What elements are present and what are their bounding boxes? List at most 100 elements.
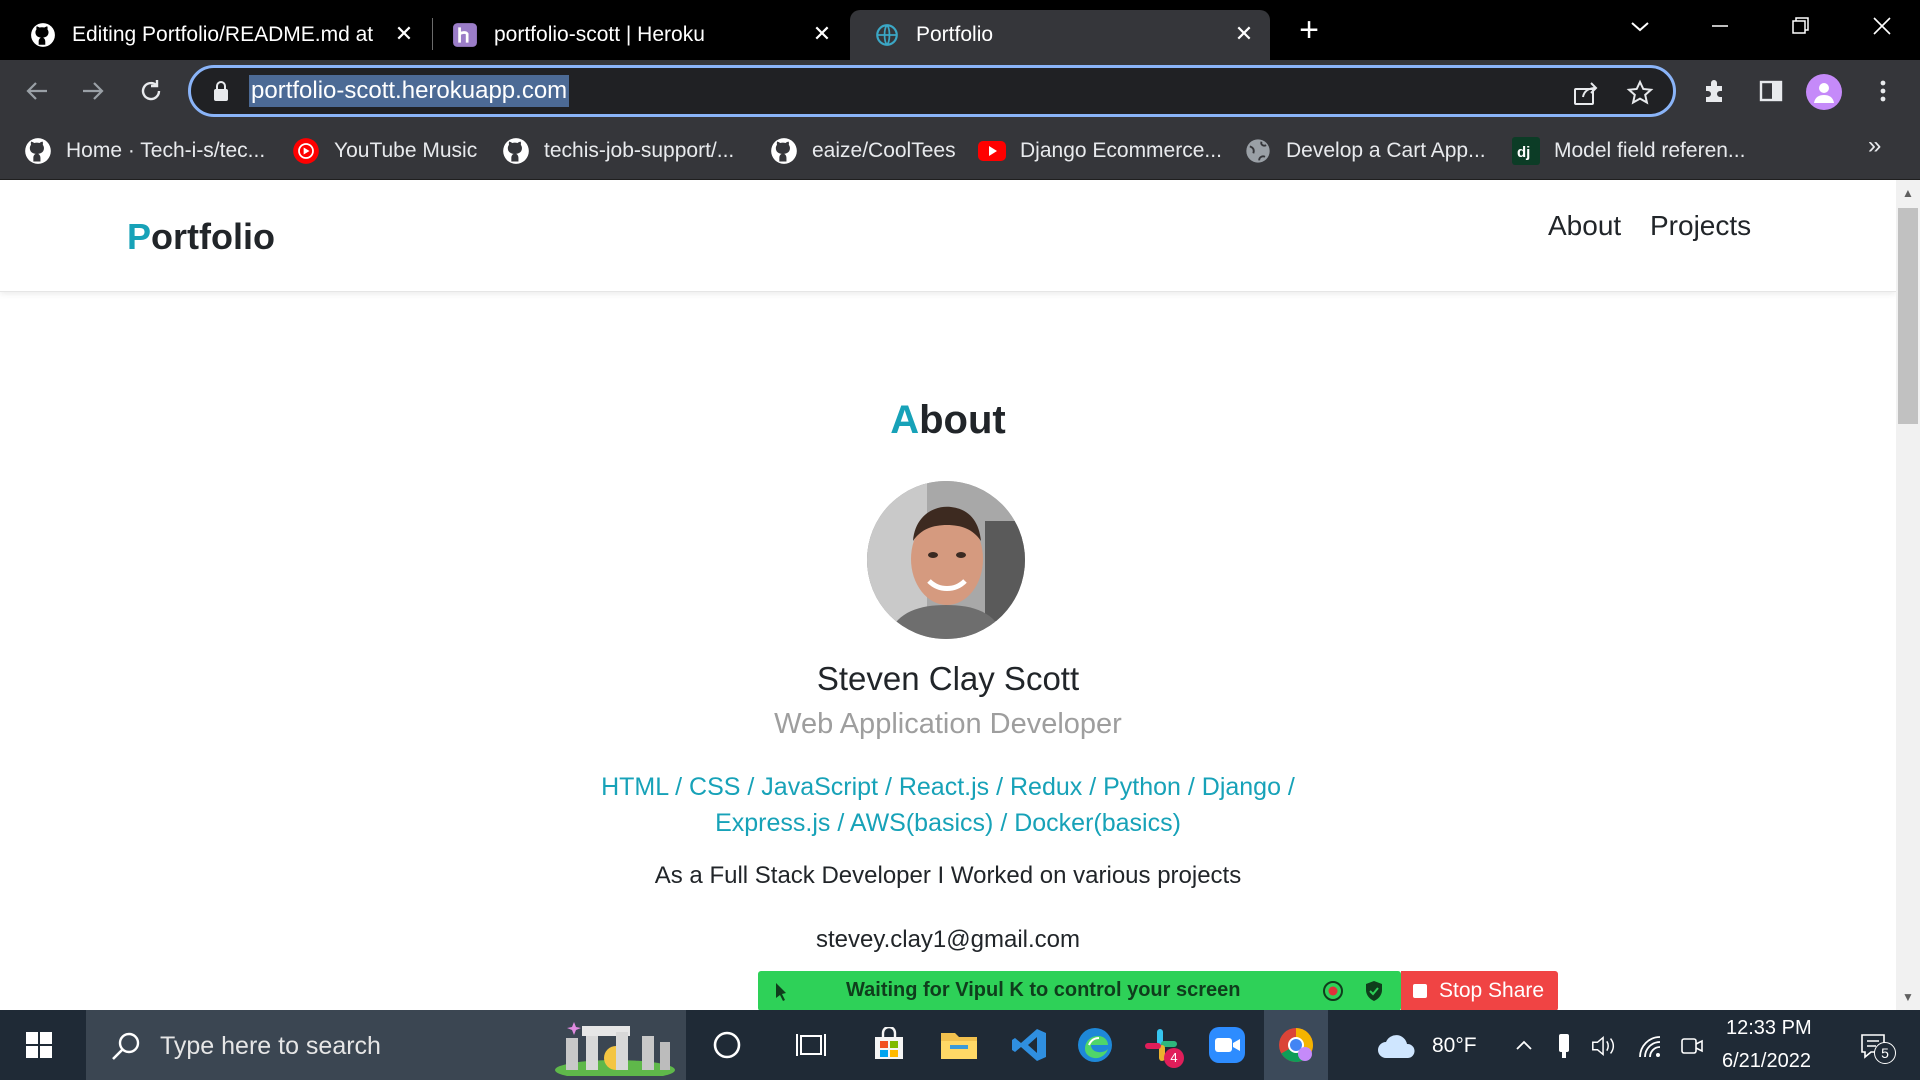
tab-title: Editing Portfolio/README.md at [72, 23, 374, 46]
minimize-button[interactable] [1700, 6, 1740, 46]
tab-title: portfolio-scott | Heroku [494, 23, 705, 46]
chevron-up-icon[interactable] [1510, 1032, 1538, 1060]
forward-button[interactable] [74, 72, 112, 110]
close-window-button[interactable] [1862, 6, 1902, 46]
meet-now-icon[interactable] [1678, 1032, 1706, 1060]
bookmark-item[interactable]: Home · Tech-i-s/tec... [24, 134, 265, 168]
tab-title: Portfolio [916, 23, 994, 46]
close-icon[interactable]: ✕ [1232, 22, 1256, 46]
bookmark-label: Home · Tech-i-s/tec... [66, 139, 266, 162]
bookmark-item[interactable]: techis-job-support/... [502, 134, 734, 168]
nav-link-projects[interactable]: Projects [1650, 210, 1751, 242]
heroku-icon [453, 23, 477, 47]
weather-temperature[interactable]: 80°F [1432, 1034, 1477, 1058]
clock-date[interactable]: 6/21/2022 [1722, 1050, 1811, 1073]
about-initial: A [890, 398, 920, 442]
tab-github-readme[interactable]: Editing Portfolio/README.md at ✕ [30, 10, 430, 60]
new-tab-button[interactable]: + [1294, 12, 1324, 48]
scrollbar-thumb[interactable] [1898, 208, 1918, 424]
globe-icon [876, 24, 898, 46]
stop-share-button[interactable]: Stop Share [1401, 971, 1558, 1011]
tab-heroku[interactable]: portfolio-scott | Heroku ✕ [452, 10, 844, 60]
chrome-icon[interactable] [1264, 1010, 1328, 1080]
taskbar-search-box[interactable]: Type here to search [86, 1010, 686, 1080]
windows-start-icon[interactable] [26, 1032, 52, 1058]
bookmark-label: techis-job-support/... [544, 139, 735, 162]
back-button[interactable] [18, 72, 56, 110]
summary-text: As a Full Stack Developer I Worked on va… [654, 862, 1242, 889]
wifi-icon[interactable] [1636, 1032, 1664, 1060]
bookmark-item[interactable]: YouTube Music [292, 134, 477, 168]
reload-button[interactable] [132, 72, 170, 110]
bookmark-item[interactable]: eaize/CoolTees [770, 134, 956, 168]
edge-browser-icon[interactable] [1072, 1022, 1118, 1068]
brand-initial: P [127, 216, 152, 257]
email-link[interactable]: stevey.clay1@gmail.com [0, 926, 1896, 954]
scroll-down-arrow-icon[interactable]: ▼ [1900, 990, 1916, 1006]
bookmarks-bar: Home · Tech-i-s/tec... YouTube Music tec… [0, 122, 1920, 180]
microsoft-store-icon[interactable] [866, 1022, 912, 1068]
globe-icon [1244, 137, 1272, 165]
brand-rest: ortfolio [151, 216, 275, 257]
bookmark-label: Develop a Cart App... [1286, 139, 1486, 162]
search-icon [112, 1032, 140, 1060]
github-icon [31, 23, 55, 47]
github-icon [770, 137, 798, 165]
person-name: Steven Clay Scott [816, 660, 1080, 697]
bookmark-item[interactable]: Develop a Cart App... [1244, 134, 1486, 168]
taskbar-search-placeholder: Type here to search [160, 1032, 381, 1060]
svg-text:dj: dj [1517, 144, 1530, 161]
bookmark-label: eaize/CoolTees [812, 139, 956, 162]
drag-handle-icon[interactable] [770, 979, 794, 1003]
close-icon[interactable]: ✕ [810, 22, 834, 46]
file-explorer-icon[interactable] [936, 1022, 982, 1068]
person-icon [1814, 83, 1834, 103]
weather-cloud-icon[interactable] [1376, 1032, 1418, 1060]
windows-taskbar: Type here to search 4 80°F 12:33 PM 6/21… [0, 1010, 1920, 1080]
side-panel-icon[interactable] [1752, 72, 1790, 110]
close-icon[interactable]: ✕ [392, 22, 416, 46]
github-icon [24, 137, 52, 165]
profile-avatar[interactable] [1806, 74, 1842, 110]
notification-center-icon[interactable]: 5 [1854, 1032, 1896, 1064]
share-status-text: Waiting for Vipul K to control your scre… [846, 979, 1241, 1001]
cortana-icon[interactable] [704, 1022, 750, 1068]
bookmark-label: YouTube Music [334, 139, 478, 162]
bookmark-item[interactable]: dj Model field referen... [1512, 134, 1745, 168]
site-brand-link[interactable]: Portfolio [127, 216, 275, 258]
zoom-icon[interactable] [1204, 1022, 1250, 1068]
shield-check-icon [1366, 981, 1382, 1001]
site-navbar: Portfolio About Projects [0, 180, 1896, 292]
about-heading: About [0, 398, 1896, 443]
stop-share-label: Stop Share [1439, 979, 1545, 1002]
skills-list: HTML / CSS / JavaScript / React.js / Red… [560, 769, 1336, 841]
nav-link-about[interactable]: About [1548, 210, 1621, 242]
share-icon[interactable] [1571, 78, 1601, 108]
record-icon [1323, 981, 1343, 1001]
task-view-icon[interactable] [788, 1022, 834, 1068]
skills-line: Express.js / AWS(basics) / Docker(basics… [715, 809, 1181, 837]
tab-portfolio[interactable]: Portfolio ✕ [850, 10, 1270, 60]
tab-separator [432, 18, 433, 50]
page-viewport: Portfolio About Projects About Steven Cl… [0, 180, 1896, 1010]
slack-icon[interactable]: 4 [1138, 1022, 1184, 1068]
restore-button[interactable] [1780, 6, 1820, 46]
django-icon: dj [1512, 137, 1540, 165]
stonehenge-highlight-icon [555, 1022, 675, 1076]
address-url[interactable]: portfolio-scott.herokuapp.com [249, 75, 570, 107]
slack-badge: 4 [1164, 1048, 1184, 1068]
bookmarks-overflow-button[interactable]: » [1868, 132, 1881, 160]
bookmark-item[interactable]: Django Ecommerce... [978, 134, 1222, 168]
extensions-puzzle-icon[interactable] [1696, 72, 1734, 110]
profile-photo [867, 481, 1025, 639]
tab-search-icon[interactable] [1620, 6, 1660, 46]
address-bar[interactable]: portfolio-scott.herokuapp.com [188, 65, 1676, 117]
menu-kebab-icon[interactable] [1864, 72, 1902, 110]
bookmark-star-icon[interactable] [1625, 78, 1655, 108]
about-rest: bout [919, 398, 1006, 442]
volume-icon[interactable] [1590, 1032, 1618, 1060]
vscode-icon[interactable] [1006, 1022, 1052, 1068]
scroll-up-arrow-icon[interactable]: ▲ [1900, 186, 1916, 202]
usb-device-icon[interactable] [1550, 1032, 1578, 1060]
clock-time[interactable]: 12:33 PM [1726, 1017, 1812, 1040]
